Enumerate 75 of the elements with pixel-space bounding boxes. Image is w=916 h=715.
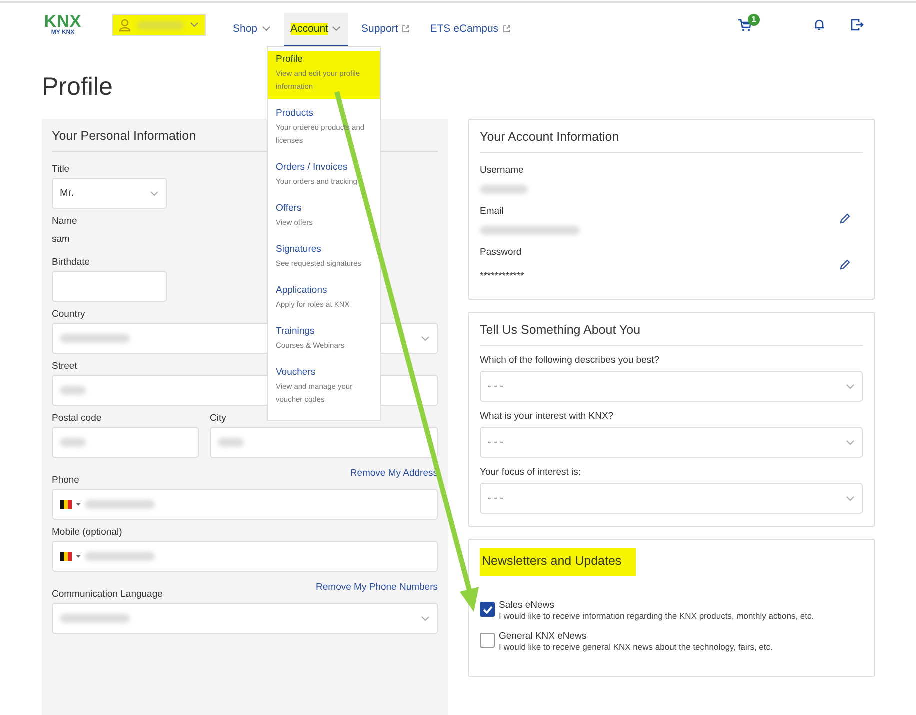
field-label: Which of the following describes you best? bbox=[480, 354, 660, 368]
field-label: City bbox=[210, 412, 226, 426]
option-description: I would like to receive general KNX news about the technology, fairs, etc. bbox=[499, 642, 773, 652]
redacted-value bbox=[60, 438, 86, 447]
caret-icon bbox=[76, 555, 81, 558]
external-link-icon bbox=[402, 25, 410, 33]
redacted-value bbox=[480, 185, 528, 194]
redacted-value bbox=[85, 552, 155, 561]
pencil-icon[interactable] bbox=[839, 212, 851, 224]
phone-field[interactable] bbox=[52, 489, 438, 520]
select-field[interactable]: - - - bbox=[480, 371, 863, 402]
redacted-value bbox=[137, 20, 184, 30]
checkbox[interactable] bbox=[480, 633, 495, 648]
user-menu[interactable] bbox=[112, 14, 206, 36]
chevron-down-icon bbox=[846, 384, 855, 390]
option-title: General KNX eNews bbox=[499, 631, 588, 642]
caret-icon bbox=[262, 26, 271, 32]
nav-tab[interactable]: ETS eCampus bbox=[423, 13, 518, 47]
remove-link[interactable]: Remove My Phone Numbers bbox=[316, 582, 438, 593]
field-label: Username bbox=[480, 164, 524, 178]
checkmark-icon bbox=[482, 606, 492, 614]
logout-icon[interactable] bbox=[851, 19, 864, 31]
pencil-icon[interactable] bbox=[839, 259, 851, 271]
belgian-flag-icon bbox=[60, 552, 72, 561]
belgian-flag-icon bbox=[60, 500, 72, 509]
option-description: I would like to receive information regarding the KNX products, monthly actions, etc. bbox=[499, 611, 814, 621]
redacted-value bbox=[85, 500, 155, 509]
input-field[interactable] bbox=[210, 427, 438, 458]
chevron-down-icon bbox=[421, 336, 430, 342]
input-field[interactable] bbox=[52, 271, 167, 302]
field-label: Your focus of interest is: bbox=[480, 466, 582, 480]
field-value: ************ bbox=[480, 271, 524, 284]
select-field[interactable]: - - - bbox=[480, 483, 863, 514]
user-icon bbox=[119, 18, 131, 32]
section-title: Tell Us Something About You bbox=[480, 321, 863, 346]
option-title: Sales eNews bbox=[499, 600, 556, 611]
redacted-value bbox=[60, 386, 86, 395]
page-title: Profile bbox=[42, 72, 113, 102]
nav-tab[interactable]: Shop bbox=[226, 13, 278, 47]
select-field[interactable] bbox=[52, 603, 438, 634]
phone-field[interactable] bbox=[52, 541, 438, 572]
chevron-down-icon bbox=[421, 616, 430, 622]
chevron-down-icon bbox=[846, 496, 855, 502]
chevron-down-icon bbox=[150, 190, 159, 196]
section-title: Your Account Information bbox=[480, 128, 863, 153]
field-label: Mobile (optional) bbox=[52, 526, 122, 540]
field-label: Password bbox=[480, 246, 522, 260]
caret-icon bbox=[332, 26, 342, 32]
bell-icon[interactable] bbox=[814, 19, 825, 31]
input-field[interactable] bbox=[52, 427, 199, 458]
field-label: Street bbox=[52, 360, 78, 374]
chevron-down-icon bbox=[846, 440, 855, 446]
caret-icon bbox=[76, 503, 81, 506]
cart-icon[interactable] bbox=[738, 18, 752, 32]
select-field[interactable]: - - - bbox=[480, 427, 863, 458]
field-label: Communication Language bbox=[52, 588, 163, 602]
field-label: Postal code bbox=[52, 412, 102, 426]
field-label: Phone bbox=[52, 474, 80, 488]
field-label: Email bbox=[480, 205, 504, 219]
field-label: What is your interest with KNX? bbox=[480, 410, 614, 424]
field-label: Country bbox=[52, 308, 86, 322]
redacted-value bbox=[218, 438, 244, 447]
redacted-value bbox=[60, 334, 130, 343]
field-label: Name bbox=[52, 215, 78, 229]
cart-count-badge: 1 bbox=[748, 14, 760, 26]
redacted-value bbox=[60, 614, 130, 623]
nav-tab[interactable]: Support bbox=[354, 13, 418, 47]
field-value: sam bbox=[52, 234, 70, 247]
select-field[interactable]: Mr. bbox=[52, 178, 167, 209]
section-title: Newsletters and Updates bbox=[480, 548, 636, 576]
field-label: Title bbox=[52, 163, 70, 177]
field-label: Birthdate bbox=[52, 256, 90, 270]
caret-icon bbox=[190, 22, 199, 28]
checkbox[interactable] bbox=[480, 602, 495, 617]
external-link-icon bbox=[502, 25, 511, 33]
